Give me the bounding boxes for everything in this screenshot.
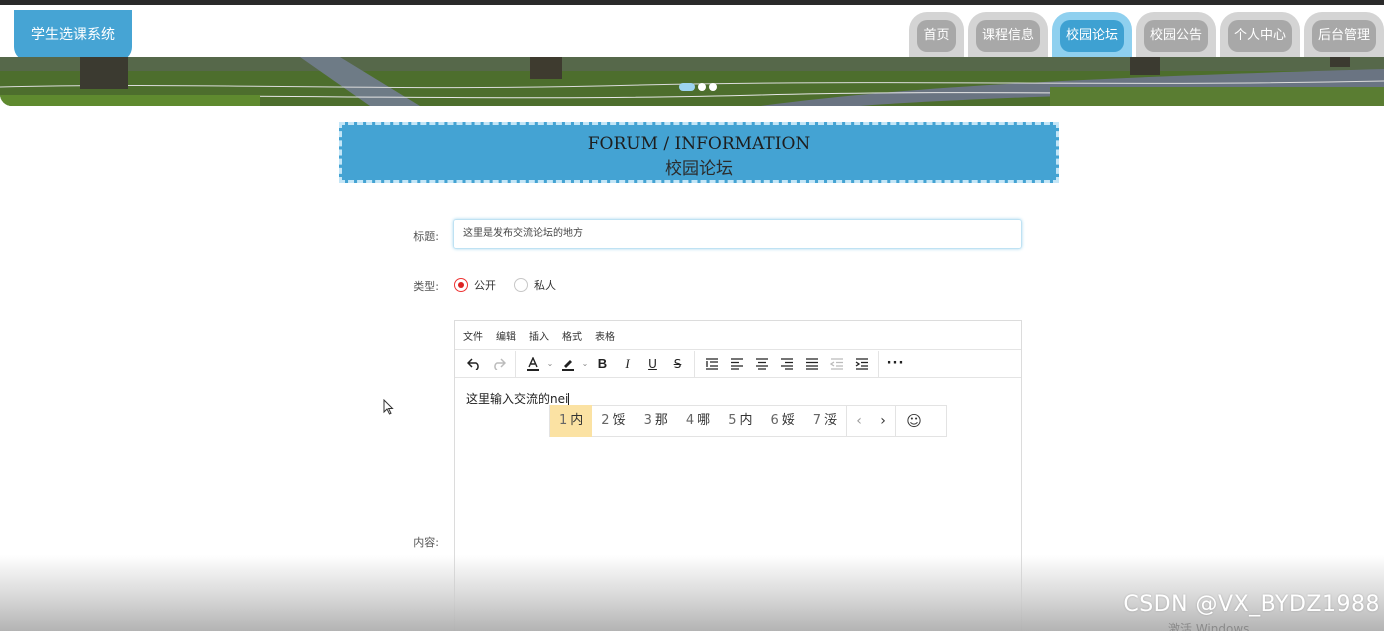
editor-toolbar: ⌄ ⌄ B I U S ··· bbox=[455, 350, 1021, 378]
carousel-dots bbox=[679, 83, 720, 91]
justify-icon[interactable] bbox=[799, 353, 824, 375]
font-color-icon[interactable] bbox=[520, 353, 545, 375]
radio-circle bbox=[454, 278, 468, 292]
chevron-down-icon[interactable]: ⌄ bbox=[580, 353, 590, 375]
toolbar-divider bbox=[694, 350, 695, 377]
watermark: CSDN @VX_BYDZ1988 bbox=[1123, 592, 1380, 617]
editor-menubar: 文件 编辑 插入 格式 表格 bbox=[455, 321, 1021, 350]
toolbar-divider bbox=[878, 350, 879, 377]
undo-icon[interactable] bbox=[461, 353, 486, 375]
outdent-icon[interactable] bbox=[824, 353, 849, 375]
nav-label: 首页 bbox=[917, 20, 956, 52]
nav-label: 课程信息 bbox=[975, 20, 1040, 52]
radio-circle bbox=[514, 278, 528, 292]
align-center-icon[interactable] bbox=[749, 353, 774, 375]
candidate-text: 那 bbox=[654, 413, 668, 428]
candidate-text: 哪 bbox=[697, 413, 711, 428]
section-title-box: FORUM / INFORMATION 校园论坛 bbox=[339, 122, 1059, 183]
redo-icon[interactable] bbox=[486, 353, 511, 375]
emoji-icon[interactable]: ☺ bbox=[896, 412, 932, 430]
candidate-text: 娞 bbox=[781, 413, 795, 428]
candidate-text: 内 bbox=[739, 413, 753, 428]
highlight-icon[interactable] bbox=[555, 353, 580, 375]
candidate-number: 5 bbox=[728, 413, 737, 428]
nav-label: 后台管理 bbox=[1311, 20, 1376, 52]
park-scene-image bbox=[0, 57, 1384, 106]
strikethrough-icon[interactable]: S bbox=[665, 353, 690, 375]
align-left-icon[interactable] bbox=[724, 353, 749, 375]
nav-label: 校园论坛 bbox=[1059, 20, 1124, 52]
toolbar-divider bbox=[515, 350, 516, 377]
ime-candidate-bar: 1内 2馁 3那 4哪 5内 6娞 7浽 ‹ › ☺ bbox=[549, 405, 947, 437]
radio-label: 私人 bbox=[534, 279, 556, 292]
menu-file[interactable]: 文件 bbox=[463, 328, 483, 343]
candidate-number: 1 bbox=[559, 413, 568, 428]
carousel-dot[interactable] bbox=[679, 83, 695, 91]
candidate-number: 2 bbox=[601, 413, 610, 428]
candidate-text: 内 bbox=[570, 413, 584, 428]
menu-edit[interactable]: 编辑 bbox=[496, 328, 516, 343]
candidate-number: 7 bbox=[812, 413, 822, 428]
candidate-number: 6 bbox=[770, 413, 779, 428]
editor-content-text: 这里输入交流的nei bbox=[466, 392, 569, 406]
menu-format[interactable]: 格式 bbox=[562, 328, 582, 343]
header: 学生选课系统 首页 课程信息 校园论坛 校园公告 个人中心 后台管理 bbox=[0, 5, 1384, 62]
ime-candidate[interactable]: 1内 bbox=[550, 405, 593, 437]
title-input[interactable]: 这里是发布交流论坛的地方 bbox=[453, 219, 1022, 249]
nav-item-home[interactable]: 首页 bbox=[909, 12, 964, 62]
nav-item-announcements[interactable]: 校园公告 bbox=[1136, 12, 1216, 62]
radio-private[interactable]: 私人 bbox=[514, 277, 556, 293]
candidate-number: 3 bbox=[643, 413, 652, 428]
ime-candidate[interactable]: 6娞 bbox=[761, 405, 803, 437]
radio-public[interactable]: 公开 bbox=[454, 277, 496, 293]
chevron-left-icon[interactable]: ‹ bbox=[847, 413, 871, 429]
nav-item-courses[interactable]: 课程信息 bbox=[968, 12, 1048, 62]
radio-label: 公开 bbox=[474, 279, 496, 292]
nav-label: 校园公告 bbox=[1143, 20, 1208, 52]
italic-icon[interactable]: I bbox=[615, 353, 640, 375]
section-title-en: FORUM / INFORMATION bbox=[587, 134, 811, 154]
nav-item-forum[interactable]: 校园论坛 bbox=[1052, 12, 1132, 62]
nav-item-profile[interactable]: 个人中心 bbox=[1220, 12, 1300, 62]
align-right-icon[interactable] bbox=[774, 353, 799, 375]
app-logo[interactable]: 学生选课系统 bbox=[14, 10, 132, 61]
bold-icon[interactable]: B bbox=[590, 353, 615, 375]
chevron-down-icon[interactable]: ⌄ bbox=[545, 353, 555, 375]
nav-label: 个人中心 bbox=[1227, 20, 1292, 52]
candidate-number: 4 bbox=[685, 413, 695, 428]
banner-carousel bbox=[0, 57, 1384, 106]
mouse-pointer-icon bbox=[383, 399, 394, 415]
content-label: 内容: bbox=[413, 536, 439, 549]
ime-candidate[interactable]: 7浽 bbox=[804, 405, 846, 437]
underline-icon[interactable]: U bbox=[640, 353, 665, 375]
type-label: 类型: bbox=[413, 280, 439, 293]
menu-table[interactable]: 表格 bbox=[595, 328, 615, 343]
ime-candidate[interactable]: 3那 bbox=[635, 405, 677, 437]
carousel-dot[interactable] bbox=[709, 83, 717, 91]
more-icon[interactable]: ··· bbox=[883, 353, 908, 375]
section-title-cn: 校园论坛 bbox=[665, 159, 733, 179]
menu-insert[interactable]: 插入 bbox=[529, 328, 549, 343]
carousel-dot[interactable] bbox=[698, 83, 706, 91]
nav-item-admin[interactable]: 后台管理 bbox=[1304, 12, 1384, 62]
chevron-right-icon[interactable]: › bbox=[871, 413, 895, 429]
ime-candidate[interactable]: 2馁 bbox=[592, 405, 634, 437]
activate-windows-text: 激活 Windows bbox=[1168, 622, 1250, 631]
indent-icon[interactable] bbox=[849, 353, 874, 375]
main-nav: 首页 课程信息 校园论坛 校园公告 个人中心 后台管理 bbox=[905, 12, 1384, 62]
ime-candidate[interactable]: 4哪 bbox=[677, 405, 719, 437]
line-height-icon[interactable] bbox=[699, 353, 724, 375]
candidate-text: 馁 bbox=[612, 413, 626, 428]
title-label: 标题: bbox=[413, 230, 439, 243]
ime-candidate[interactable]: 5内 bbox=[719, 405, 761, 437]
candidate-text: 浽 bbox=[824, 413, 838, 428]
